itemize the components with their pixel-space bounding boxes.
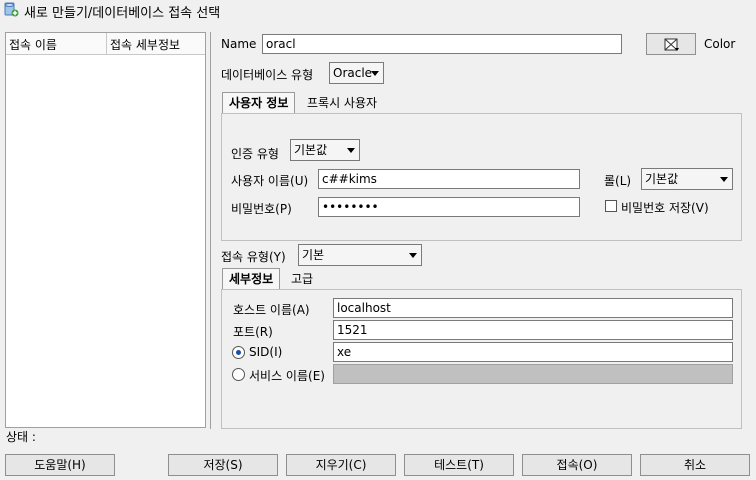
service-name-radio[interactable] bbox=[232, 368, 245, 381]
color-picker-icon bbox=[664, 38, 679, 51]
port-label: 포트(R) bbox=[233, 325, 273, 339]
sid-label: SID(I) bbox=[249, 345, 283, 359]
column-separator[interactable] bbox=[106, 33, 107, 54]
service-name-input[interactable] bbox=[333, 364, 733, 384]
service-name-label: 서비스 이름(E) bbox=[249, 369, 325, 383]
password-input[interactable]: •••••••• bbox=[318, 197, 580, 217]
column-header-connection-details[interactable]: 접속 세부정보 bbox=[110, 36, 180, 53]
help-button[interactable]: 도움말(H) bbox=[5, 454, 115, 476]
name-input[interactable]: oracl bbox=[262, 34, 622, 54]
auth-type-select[interactable]: 기본값 bbox=[290, 139, 360, 161]
save-button[interactable]: 저장(S) bbox=[168, 454, 278, 476]
port-input[interactable]: 1521 bbox=[333, 320, 733, 340]
tab-user-info[interactable]: 사용자 정보 bbox=[222, 92, 296, 114]
status-label: 상태 : bbox=[6, 430, 36, 444]
connect-button[interactable]: 접속(O) bbox=[522, 454, 632, 476]
db-type-value: Oracle bbox=[333, 66, 373, 80]
chevron-down-icon bbox=[371, 71, 379, 76]
password-label: 비밀번호(P) bbox=[231, 202, 292, 216]
db-type-label: 데이터베이스 유형 bbox=[221, 68, 314, 82]
tab-details[interactable]: 세부정보 bbox=[222, 268, 281, 290]
new-connection-icon bbox=[4, 2, 19, 17]
window-title: 새로 만들기/데이터베이스 접속 선택 bbox=[24, 6, 221, 21]
color-label: Color bbox=[704, 37, 736, 51]
connection-type-value: 기본 bbox=[302, 248, 325, 262]
host-label: 호스트 이름(A) bbox=[233, 303, 310, 317]
auth-type-label: 인증 유형 bbox=[231, 147, 279, 161]
role-label: 롤(L) bbox=[604, 174, 632, 188]
connection-type-label: 접속 유형(Y) bbox=[221, 250, 286, 264]
role-select[interactable]: 기본값 bbox=[641, 168, 733, 190]
host-input[interactable]: localhost bbox=[333, 298, 733, 318]
tab-advanced[interactable]: 고급 bbox=[291, 269, 313, 289]
color-button[interactable] bbox=[646, 33, 696, 55]
name-label: Name bbox=[221, 37, 257, 51]
title-bar: 새로 만들기/데이터베이스 접속 선택 bbox=[0, 0, 756, 21]
connection-list[interactable]: 접속 이름 접속 세부정보 bbox=[5, 32, 206, 428]
sid-radio[interactable] bbox=[232, 346, 245, 359]
column-header-connection-name[interactable]: 접속 이름 bbox=[9, 36, 57, 53]
username-input[interactable]: c##kims bbox=[318, 169, 580, 189]
auth-type-value: 기본값 bbox=[294, 143, 328, 157]
role-value: 기본값 bbox=[645, 172, 679, 186]
connection-type-select[interactable]: 기본 bbox=[298, 244, 422, 266]
username-label: 사용자 이름(U) bbox=[231, 174, 309, 188]
db-type-select[interactable]: Oracle bbox=[329, 62, 384, 84]
chevron-down-icon bbox=[720, 177, 728, 182]
save-password-label: 비밀번호 저장(V) bbox=[621, 201, 709, 215]
connection-list-header: 접속 이름 접속 세부정보 bbox=[6, 33, 205, 55]
test-button[interactable]: 테스트(T) bbox=[404, 454, 514, 476]
sid-input[interactable]: xe bbox=[333, 342, 733, 362]
cancel-button[interactable]: 취소 bbox=[640, 454, 750, 476]
clear-button[interactable]: 지우기(C) bbox=[286, 454, 396, 476]
chevron-down-icon bbox=[347, 148, 355, 153]
tab-proxy-user[interactable]: 프록시 사용자 bbox=[307, 93, 377, 113]
splitter[interactable] bbox=[210, 32, 211, 429]
save-password-checkbox[interactable] bbox=[605, 200, 617, 212]
chevron-down-icon bbox=[409, 253, 417, 258]
